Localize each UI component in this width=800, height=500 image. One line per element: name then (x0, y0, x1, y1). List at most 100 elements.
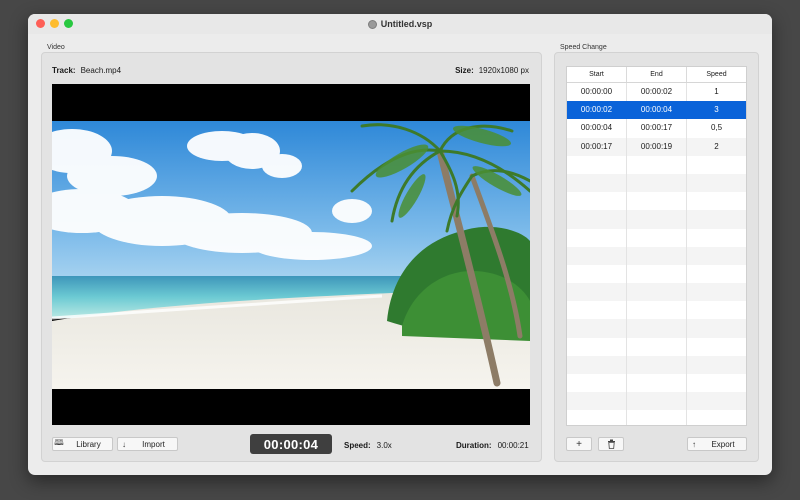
empty-table-row[interactable] (567, 301, 746, 320)
import-button-label: Import (142, 439, 165, 449)
start-cell[interactable]: 00:00:17 (567, 137, 627, 156)
speed-cell (687, 374, 746, 392)
table-body: 00:00:00 00:00:02 1 00:00:02 00:00:04 3 00:00:… (567, 83, 746, 425)
empty-table-row[interactable] (567, 374, 746, 393)
video-section-label: Video (47, 44, 65, 51)
empty-table-row[interactable] (567, 410, 746, 425)
speed-cell (687, 174, 746, 192)
start-cell (567, 283, 627, 302)
duration-label: Duration: (456, 441, 492, 450)
export-arrow-icon: ↑ (692, 439, 696, 449)
empty-table-row[interactable] (567, 337, 746, 356)
end-cell (627, 337, 687, 356)
end-cell (627, 410, 687, 425)
empty-table-row[interactable] (567, 173, 746, 193)
video-preview[interactable] (52, 84, 530, 425)
speed-label: Speed: (344, 441, 371, 450)
empty-table-row[interactable] (567, 319, 746, 338)
speed-change-table: Start End Speed 00:00:00 00:00:02 1 00:00:0… (566, 66, 747, 426)
book-icon: 🕮 (54, 438, 64, 447)
end-cell (627, 374, 687, 393)
speed-info: Speed: 3.0x (344, 441, 392, 450)
end-cell (627, 192, 687, 211)
start-cell (567, 355, 627, 374)
import-arrow-icon: ↓ (122, 439, 126, 449)
end-cell (627, 246, 687, 265)
end-cell (627, 155, 687, 174)
start-cell[interactable]: 00:00:04 (567, 119, 627, 138)
track-label: Track: (52, 66, 76, 75)
speed-cell (687, 210, 746, 228)
column-header-start[interactable]: Start (567, 67, 627, 82)
track-value: Beach.mp4 (80, 66, 122, 75)
close-window-button[interactable] (36, 19, 45, 28)
start-cell (567, 410, 627, 425)
end-cell[interactable]: 00:00:19 (627, 137, 687, 156)
start-cell (567, 392, 627, 411)
start-cell (567, 228, 627, 247)
start-cell (567, 192, 627, 211)
empty-table-row[interactable] (567, 228, 746, 247)
speed-cell (687, 192, 746, 210)
start-cell (567, 246, 627, 265)
speed-cell[interactable]: 0,5 (687, 119, 746, 137)
track-info: Track: Beach.mp4 (52, 66, 121, 75)
video-frame (52, 121, 530, 389)
empty-table-row[interactable] (567, 355, 746, 374)
delete-segment-button[interactable] (598, 437, 624, 451)
minimize-window-button[interactable] (50, 19, 59, 28)
start-cell (567, 210, 627, 229)
duration-value: 00:00:21 (497, 441, 529, 450)
speed-cell[interactable]: 3 (687, 101, 746, 119)
empty-table-row[interactable] (567, 283, 746, 302)
empty-table-row[interactable] (567, 264, 746, 284)
end-cell (627, 283, 687, 302)
speed-cell (687, 247, 746, 265)
import-button[interactable]: ↓ Import (117, 437, 178, 451)
speed-cell (687, 410, 746, 425)
start-cell (567, 155, 627, 174)
start-cell (567, 173, 627, 193)
start-cell[interactable]: 00:00:02 (567, 101, 627, 120)
zoom-window-button[interactable] (64, 19, 73, 28)
export-button[interactable]: ↑ Export (687, 437, 747, 451)
window-title-text: Untitled.vsp (380, 19, 433, 29)
end-cell[interactable]: 00:00:04 (627, 101, 687, 120)
end-cell (627, 301, 687, 320)
speed-cell[interactable]: 2 (687, 138, 746, 156)
empty-table-row[interactable] (567, 392, 746, 411)
speed-cell (687, 229, 746, 247)
end-cell (627, 392, 687, 411)
duration-info: Duration: 00:00:21 (456, 441, 529, 450)
table-row[interactable]: 00:00:17 00:00:19 2 (567, 137, 746, 156)
window-title: Untitled.vsp (367, 19, 433, 29)
end-cell[interactable]: 00:00:17 (627, 119, 687, 138)
empty-table-row[interactable] (567, 210, 746, 229)
column-header-speed[interactable]: Speed (687, 67, 746, 82)
end-cell (627, 228, 687, 247)
table-row[interactable]: 00:00:02 00:00:04 3 (567, 101, 746, 120)
end-cell (627, 319, 687, 338)
start-cell (567, 301, 627, 320)
table-row[interactable]: 00:00:04 00:00:17 0,5 (567, 119, 746, 138)
empty-table-row[interactable] (567, 192, 746, 211)
empty-table-row[interactable] (567, 246, 746, 265)
timecode-display: 00:00:04 (250, 434, 332, 454)
end-cell[interactable]: 00:00:02 (627, 83, 687, 102)
speed-cell (687, 338, 746, 356)
library-button[interactable]: 🕮 Library (52, 437, 113, 451)
column-header-end[interactable]: End (627, 67, 687, 82)
library-button-label: Library (76, 439, 101, 449)
table-header: Start End Speed (567, 67, 746, 83)
start-cell[interactable]: 00:00:00 (567, 83, 627, 102)
add-segment-button[interactable]: + (566, 437, 592, 451)
speed-cell (687, 265, 746, 283)
speed-cell (687, 356, 746, 374)
speed-cell (687, 301, 746, 319)
speed-cell (687, 283, 746, 301)
speed-change-section-label: Speed Change (560, 44, 607, 51)
table-row[interactable]: 00:00:00 00:00:02 1 (567, 83, 746, 102)
app-window: Untitled.vsp Video Track: Beach.mp4 Size:… (28, 14, 772, 475)
speed-cell[interactable]: 1 (687, 83, 746, 101)
empty-table-row[interactable] (567, 155, 746, 174)
